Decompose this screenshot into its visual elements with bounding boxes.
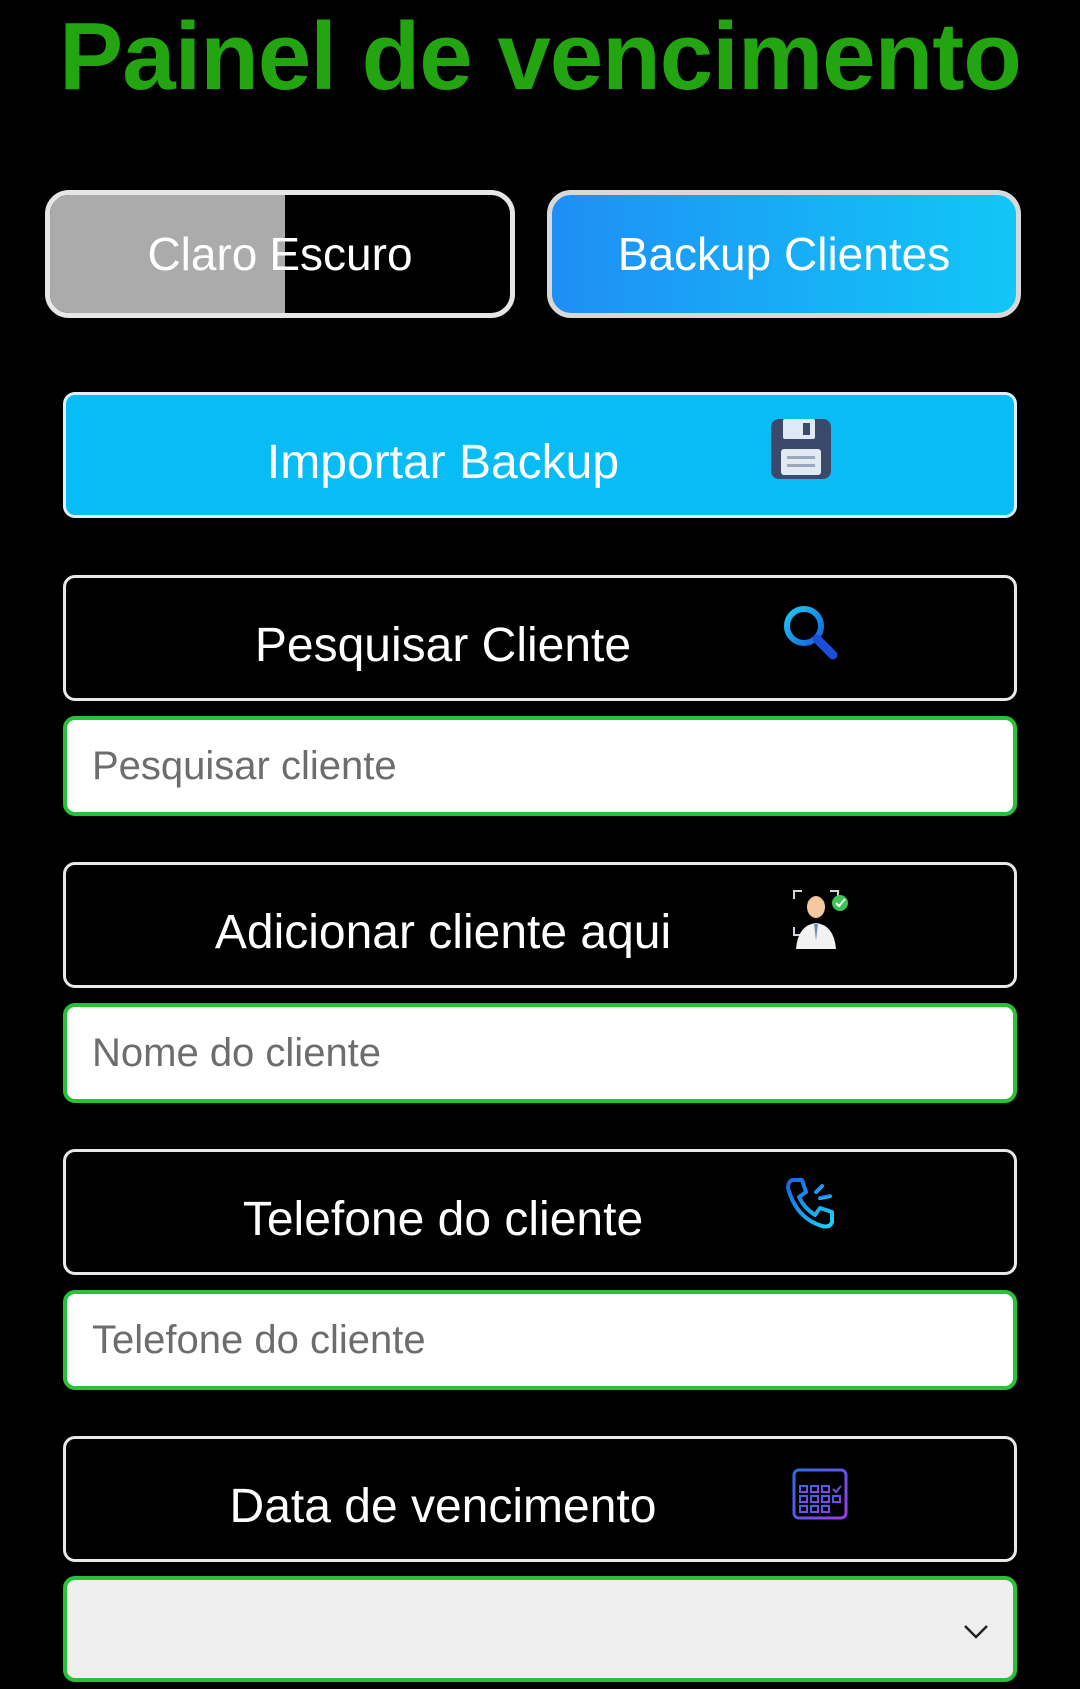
due-date-select[interactable] [63, 1576, 1017, 1682]
import-backup-button[interactable]: Importar Backup [63, 392, 1017, 518]
backup-clients-button[interactable]: Backup Clientes [547, 190, 1021, 318]
search-client-button[interactable]: Pesquisar Cliente [63, 575, 1017, 701]
client-name-input[interactable] [63, 1003, 1017, 1103]
add-client-button[interactable]: Adicionar cliente aqui [63, 862, 1017, 988]
client-phone-label: Telefone do cliente [242, 1192, 644, 1246]
calendar-icon [792, 1465, 848, 1520]
page-title: Painel de vencimento [59, 3, 1022, 110]
due-date-button[interactable]: Data de vencimento [63, 1436, 1017, 1562]
import-backup-label: Importar Backup [266, 435, 620, 489]
search-input[interactable] [63, 716, 1017, 816]
theme-dark-label: Escuro [269, 228, 413, 280]
search-client-label: Pesquisar Cliente [254, 618, 632, 672]
chevron-down-icon [964, 1625, 988, 1639]
floppy-disk-icon [771, 419, 831, 479]
client-phone-button[interactable]: Telefone do cliente [63, 1149, 1017, 1275]
add-client-label: Adicionar cliente aqui [214, 905, 672, 959]
client-phone-input[interactable] [63, 1290, 1017, 1390]
user-check-icon [793, 890, 848, 949]
due-date-label: Data de vencimento [229, 1479, 657, 1533]
magnifier-icon [784, 606, 838, 660]
phone-ringing-icon [786, 1176, 834, 1229]
theme-toggle[interactable]: Claro Escuro [45, 190, 515, 318]
theme-light-label: Claro [147, 228, 258, 280]
theme-toggle-labels: Claro Escuro [50, 195, 510, 313]
